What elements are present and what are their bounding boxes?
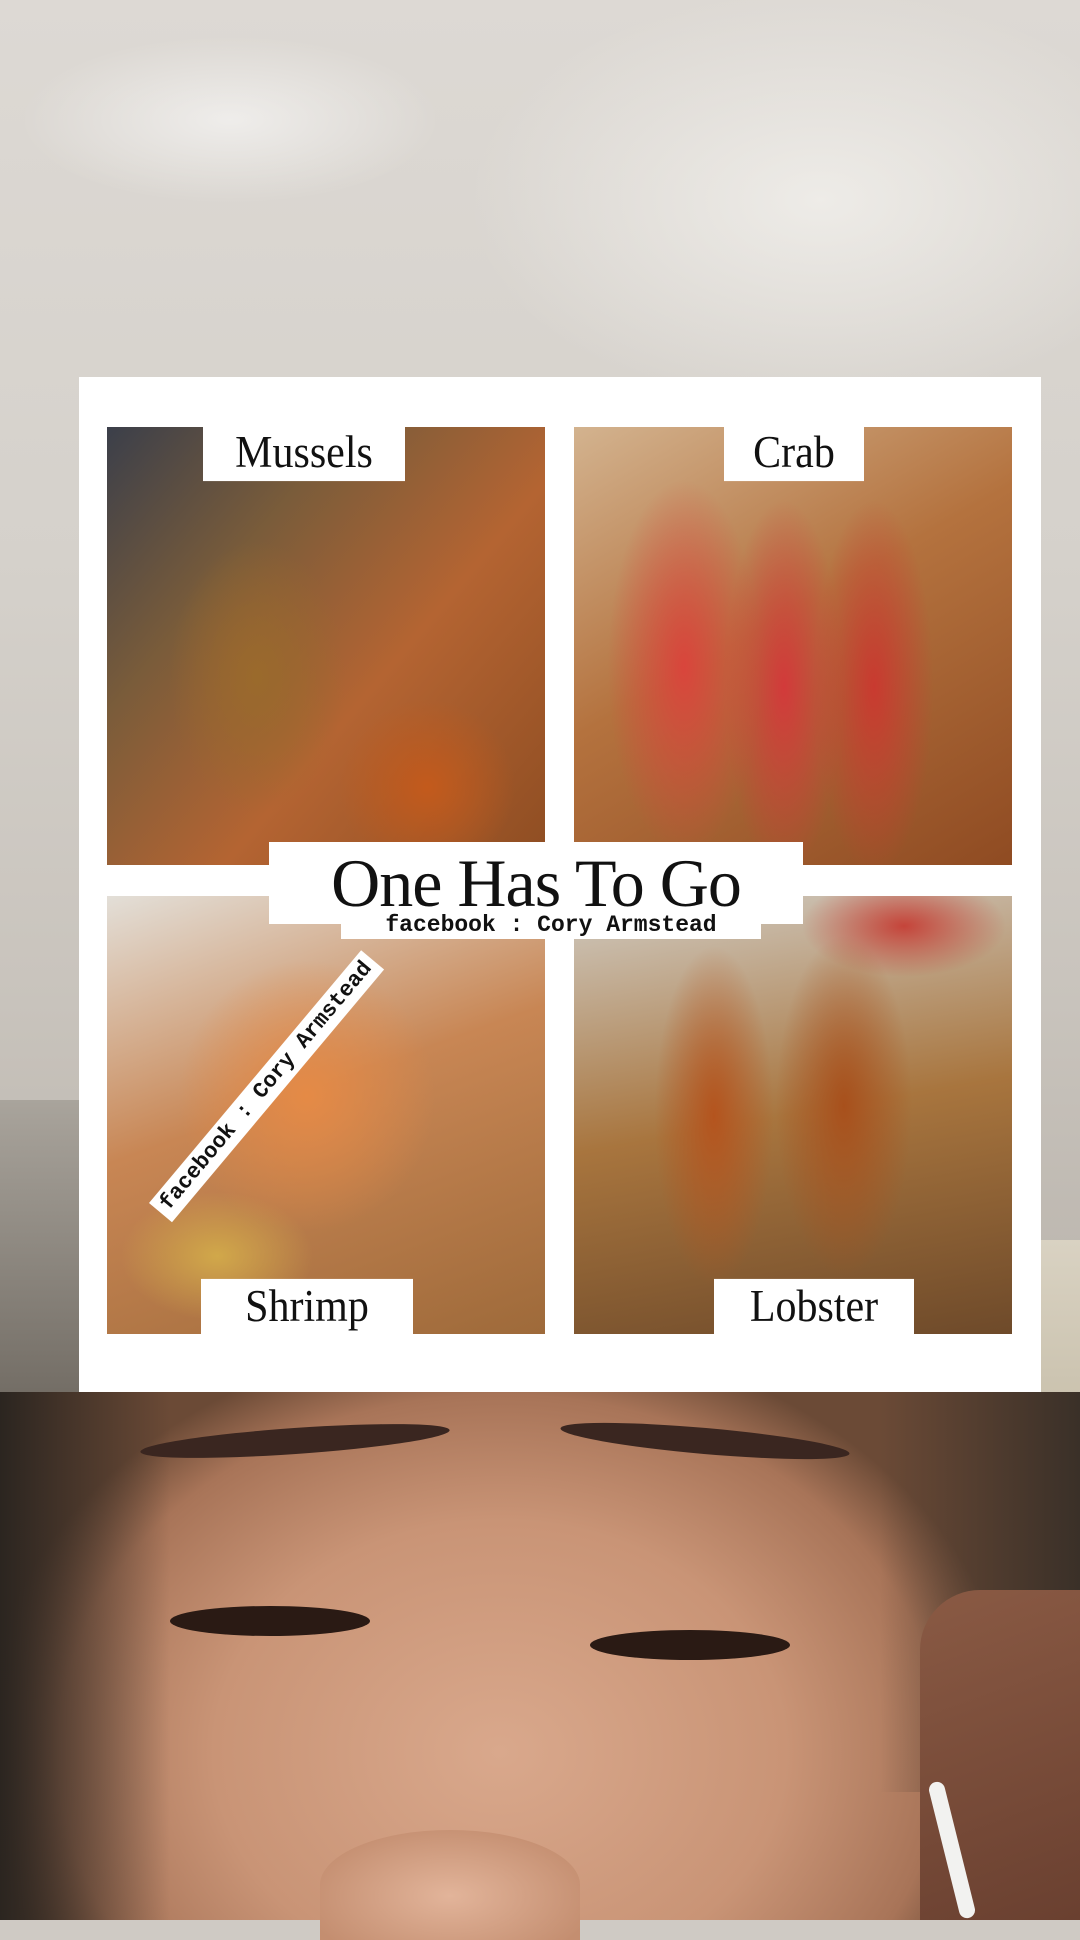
shrimp-label: Shrimp [201, 1278, 413, 1336]
hair-left [0, 1392, 170, 1920]
crab-label: Crab [724, 424, 864, 482]
shrimp-photo [107, 896, 545, 1334]
lobster-photo [574, 896, 1012, 1334]
lobster-label: Lobster [714, 1278, 914, 1336]
credit-caption: facebook : Cory Armstead [341, 911, 761, 939]
hand [920, 1590, 1080, 1920]
right-eye [590, 1630, 790, 1660]
mussels-photo [107, 427, 545, 865]
seafood-collage-card: Mussels Crab Shrimp Lobster One Has To G… [79, 377, 1041, 1392]
left-eye [170, 1606, 370, 1636]
nose [320, 1830, 580, 1940]
mussels-label: Mussels [203, 424, 405, 482]
crab-photo [574, 427, 1012, 865]
